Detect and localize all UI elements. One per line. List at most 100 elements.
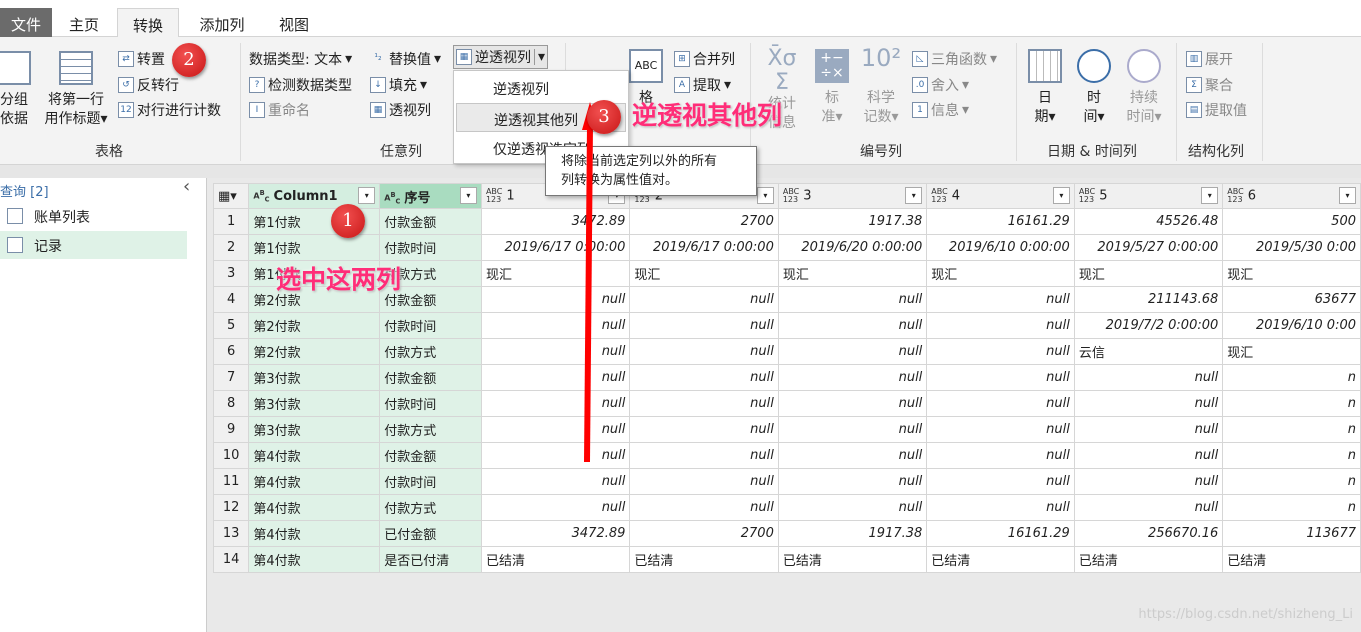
- table-cell[interactable]: 是否已付清: [379, 546, 482, 573]
- table-cell[interactable]: 第4付款: [248, 546, 381, 573]
- table-cell[interactable]: 已结清: [1222, 546, 1361, 573]
- scientific-button[interactable]: 10² 科学 记数▾: [858, 46, 904, 127]
- table-cell[interactable]: n: [1222, 468, 1361, 495]
- table-cell[interactable]: null: [629, 312, 779, 339]
- chevron-down-icon[interactable]: ▾: [534, 49, 545, 65]
- table-cell[interactable]: 500: [1222, 208, 1361, 235]
- table-cell[interactable]: 2019/6/10 0:00:00: [926, 234, 1075, 261]
- table-cell[interactable]: null: [777, 364, 928, 391]
- column-header[interactable]: ABC Column1 ▾: [248, 183, 381, 209]
- table-cell[interactable]: 第4付款: [248, 442, 381, 469]
- fill-button[interactable]: ↓ 填充 ▾: [370, 75, 427, 95]
- count-rows-button[interactable]: 12 对行进行计数: [118, 100, 221, 120]
- table-cell[interactable]: 1917.38: [777, 520, 928, 547]
- table-cell[interactable]: null: [926, 468, 1075, 495]
- table-cell[interactable]: null: [926, 312, 1075, 339]
- table-cell[interactable]: null: [1073, 468, 1224, 495]
- table-cell[interactable]: 付款方式: [379, 416, 482, 443]
- table-cell[interactable]: null: [629, 442, 779, 469]
- reverse-rows-button[interactable]: ↺ 反转行: [118, 75, 179, 95]
- table-cell[interactable]: 已结清: [777, 546, 928, 573]
- filter-dropdown-icon[interactable]: ▾: [756, 187, 774, 204]
- table-cell[interactable]: 第4付款: [248, 468, 381, 495]
- table-cell[interactable]: null: [629, 468, 779, 495]
- table-cell[interactable]: 2019/6/10 0:00: [1222, 312, 1361, 339]
- round-button[interactable]: .0 舍入 ▾: [912, 75, 969, 95]
- table-cell[interactable]: null: [1073, 442, 1224, 469]
- table-cell[interactable]: 第1付款: [248, 234, 381, 261]
- table-cell[interactable]: n: [1222, 494, 1361, 521]
- table-cell[interactable]: 第2付款: [248, 312, 381, 339]
- pivot-column-button[interactable]: ▦ 透视列: [370, 100, 431, 120]
- table-cell[interactable]: 已付金额: [379, 520, 482, 547]
- table-cell[interactable]: null: [926, 390, 1075, 417]
- table-cell[interactable]: null: [629, 416, 779, 443]
- table-cell[interactable]: null: [777, 338, 928, 365]
- table-cell[interactable]: 第3付款: [248, 364, 381, 391]
- table-cell[interactable]: null: [926, 338, 1075, 365]
- table-cell[interactable]: 2019/5/27 0:00:00: [1073, 234, 1224, 261]
- table-cell[interactable]: 211143.68: [1073, 286, 1224, 313]
- trig-button[interactable]: ◺ 三角函数 ▾: [912, 49, 997, 69]
- table-menu-icon[interactable]: ▦▾: [212, 183, 250, 209]
- table-cell[interactable]: n: [1222, 364, 1361, 391]
- data-type-dropdown[interactable]: 数据类型: 文本 ▾: [249, 49, 352, 69]
- table-cell[interactable]: 16161.29: [926, 208, 1075, 235]
- extract-values-button[interactable]: ▤ 提取值: [1186, 100, 1247, 120]
- table-cell[interactable]: null: [777, 442, 928, 469]
- table-cell[interactable]: null: [777, 468, 928, 495]
- table-cell[interactable]: null: [629, 390, 779, 417]
- table-cell[interactable]: null: [777, 494, 928, 521]
- table-cell[interactable]: 已结清: [480, 546, 631, 573]
- table-cell[interactable]: 云信: [1073, 338, 1224, 365]
- table-cell[interactable]: 2019/6/17 0:00:00: [629, 234, 779, 261]
- table-cell[interactable]: 付款时间: [379, 234, 482, 261]
- table-cell[interactable]: n: [1222, 442, 1361, 469]
- table-cell[interactable]: 现汇: [777, 260, 928, 287]
- table-cell[interactable]: null: [777, 416, 928, 443]
- aggregate-button[interactable]: Σ 聚合: [1186, 75, 1233, 95]
- table-cell[interactable]: 付款时间: [379, 468, 482, 495]
- tab-view[interactable]: 视图: [264, 8, 324, 37]
- use-first-row-button[interactable]: 将第一行 用作标题▾: [40, 51, 112, 129]
- table-cell[interactable]: null: [777, 286, 928, 313]
- tab-add-column[interactable]: 添加列: [186, 8, 258, 37]
- transpose-button[interactable]: ⇄ 转置: [118, 49, 165, 69]
- table-cell[interactable]: 3472.89: [480, 520, 631, 547]
- table-cell[interactable]: null: [926, 364, 1075, 391]
- tab-transform[interactable]: 转换: [117, 8, 179, 38]
- filter-dropdown-icon[interactable]: ▾: [358, 187, 376, 204]
- table-cell[interactable]: null: [629, 364, 779, 391]
- table-cell[interactable]: n: [1222, 390, 1361, 417]
- rename-button[interactable]: I 重命名: [249, 100, 310, 120]
- table-cell[interactable]: 付款金额: [379, 442, 482, 469]
- group-by-button[interactable]: 分组 依据: [0, 51, 34, 129]
- table-cell[interactable]: 2019/7/2 0:00:00: [1073, 312, 1224, 339]
- unpivot-columns-button[interactable]: ▦ 逆透视列 ▾: [453, 45, 549, 69]
- date-button[interactable]: 日期▾: [1026, 49, 1064, 127]
- table-cell[interactable]: 第2付款: [248, 338, 381, 365]
- merge-columns-button[interactable]: ⊞ 合并列: [674, 49, 735, 69]
- table-cell[interactable]: null: [1073, 390, 1224, 417]
- duration-button[interactable]: 持续 时间▾: [1120, 49, 1168, 127]
- table-cell[interactable]: 45526.48: [1073, 208, 1224, 235]
- column-header[interactable]: ABC 123 5 ▾: [1073, 183, 1224, 209]
- table-cell[interactable]: 付款方式: [379, 494, 482, 521]
- table-cell[interactable]: 63677: [1222, 286, 1361, 313]
- table-cell[interactable]: null: [1073, 416, 1224, 443]
- table-cell[interactable]: 付款时间: [379, 312, 482, 339]
- table-cell[interactable]: 现汇: [1073, 260, 1224, 287]
- column-header[interactable]: ABC 123 4 ▾: [926, 183, 1075, 209]
- table-cell[interactable]: 付款金额: [379, 208, 482, 235]
- table-cell[interactable]: 付款金额: [379, 364, 482, 391]
- table-cell[interactable]: 现汇: [1222, 260, 1361, 287]
- table-cell[interactable]: null: [629, 494, 779, 521]
- query-item[interactable]: 账单列表: [0, 202, 187, 230]
- table-cell[interactable]: null: [1073, 494, 1224, 521]
- info-button[interactable]: 1 信息 ▾: [912, 100, 969, 120]
- table-cell[interactable]: 16161.29: [926, 520, 1075, 547]
- table-cell[interactable]: 第4付款: [248, 494, 381, 521]
- table-cell[interactable]: null: [629, 286, 779, 313]
- filter-dropdown-icon[interactable]: ▾: [905, 187, 923, 204]
- table-cell[interactable]: null: [629, 338, 779, 365]
